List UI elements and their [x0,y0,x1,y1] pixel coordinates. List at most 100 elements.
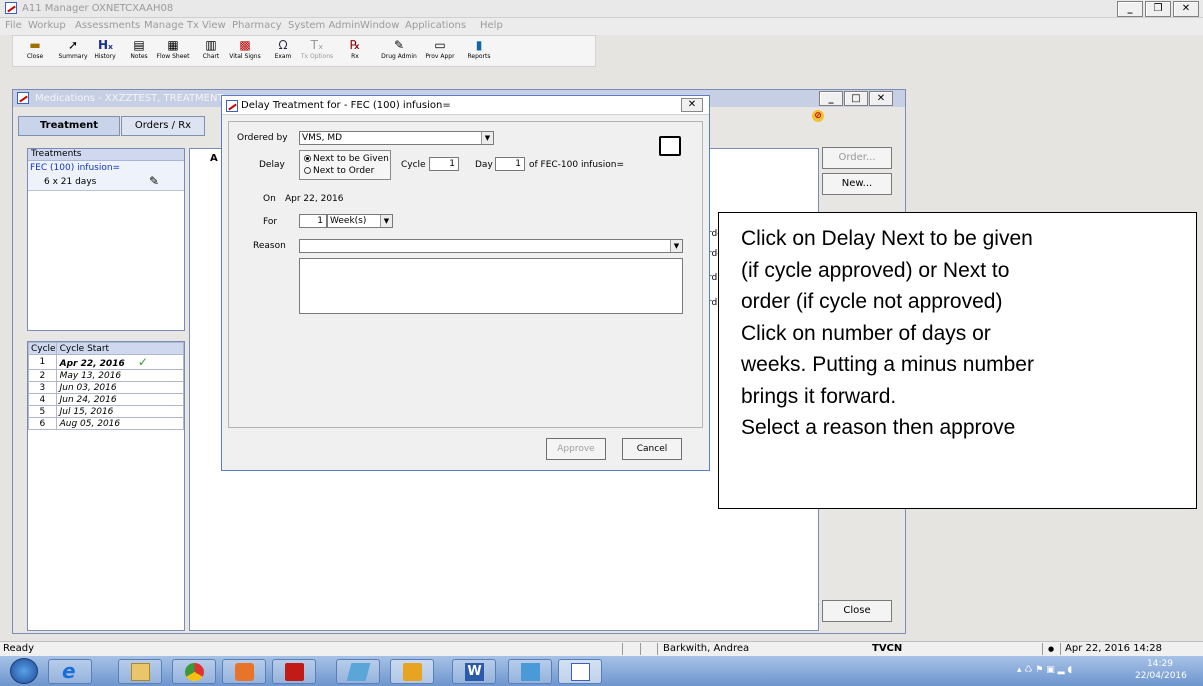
table-row[interactable]: 3 Jun 03, 2016 [28,381,185,394]
toolbar-txoptions-button[interactable]: Tₓ Tx Options [297,38,337,60]
start-button[interactable] [10,658,38,684]
instruction-callout: Click on Delay Next to be given (if cycl… [718,212,1197,509]
menu-pharmacy[interactable]: Pharmacy [232,20,282,31]
cycle-col-header: Cycle [28,342,57,355]
alert-icon[interactable]: ⊘ [812,110,824,122]
taskbar-ie[interactable]: e [48,659,92,684]
taskbar-chrome[interactable] [172,659,216,684]
dialog-title-bar: Delay Treatment for - FEC (100) infusion… [222,96,709,115]
edit-pencil-icon[interactable]: ✎ [149,174,163,188]
order-button[interactable]: Order... [822,147,892,169]
for-amount-field[interactable]: 1 [299,214,327,228]
column-header-fragment: A [210,153,218,164]
table-row[interactable]: 5 Jul 15, 2016 [28,405,185,418]
speech-bubble-icon[interactable] [659,136,681,156]
menu-manage-tx[interactable]: Manage Tx [144,20,199,31]
tray-icons[interactable]: ▴ ♺ ⚑ ▣ ▂ ◖ [1017,665,1072,675]
taskbar-acrobat[interactable] [272,659,316,684]
menu-workup[interactable]: Workup [28,20,66,31]
app-title: A11 Manager OXNETCXAAH08 [22,3,174,14]
close-window-button[interactable]: ✕ [1173,1,1199,17]
approve-button[interactable]: Approve [546,438,606,460]
caduceus-icon [521,663,540,681]
toolbar-reports-button[interactable]: ▮ Reports [459,38,499,60]
minimize-button[interactable]: _ [1117,1,1143,17]
med-restore-button[interactable]: □ [844,91,868,106]
unit-select[interactable]: Week(s) ▼ [327,214,393,228]
new-button[interactable]: New... [822,173,892,195]
delay-label: Delay [259,160,285,170]
menu-applications[interactable]: Applications [405,20,466,31]
app-title-bar: A11 Manager OXNETCXAAH08 _ ❐ ✕ [0,0,1203,18]
cancel-button[interactable]: Cancel [622,438,682,460]
cycle-field[interactable]: 1 [429,157,459,171]
chart-icon: ▥ [205,38,217,52]
ordered-by-label: Ordered by [237,133,288,143]
toolbar-vitals-button[interactable]: ▩ Vital Signs [225,38,265,60]
status-bar: Ready Barkwith, Andrea TVCN ● Apr 22, 20… [0,641,1203,656]
arrow-icon: ➚ [67,38,79,52]
approve-icon: ▭ [434,38,446,52]
restore-button[interactable]: ❐ [1145,1,1171,17]
treatments-panel: Treatments FEC (100) infusion= 6 x 21 da… [27,148,185,331]
media-icon [235,663,254,681]
callout-line: (if cycle approved) or Next to [741,258,1010,282]
dialog-close-button[interactable]: ✕ [681,98,703,112]
check-icon: ✓ [137,355,148,369]
toolbar-close-button[interactable]: ▬ Close [15,38,55,60]
app-icon [5,2,17,14]
tab-treatment[interactable]: Treatment [18,116,120,136]
taskbar-app[interactable] [336,659,380,684]
table-row[interactable]: 1 Apr 22, 2016 ✓ [28,354,185,370]
taskbar-media[interactable] [222,659,266,684]
toolbar-provappr-button[interactable]: ▭ Prov Appr [417,38,463,60]
chevron-down-icon: ▼ [380,215,392,227]
taskbar-a11-manager[interactable] [558,659,602,684]
menu-view[interactable]: View [202,20,226,31]
reason-select[interactable]: ▼ [299,239,683,253]
toolbar-flowsheet-button[interactable]: ▦ Flow Sheet [153,38,193,60]
taskbar-outlook[interactable] [390,659,434,684]
taskbar-word[interactable]: W [452,659,496,684]
pdf-icon [285,663,304,681]
menu-file[interactable]: File [5,20,22,31]
table-row[interactable]: 2 May 13, 2016 [28,369,185,382]
menu-system-admin[interactable]: System Admin [288,20,360,31]
taskbar-medical[interactable] [508,659,552,684]
close-button[interactable]: Close [822,600,892,622]
menu-help[interactable]: Help [480,20,503,31]
day-field[interactable]: 1 [495,157,525,171]
status-datetime: Apr 22, 2016 14:28 [1065,643,1163,654]
on-date-value: Apr 22, 2016 [285,194,344,204]
ordered-by-select[interactable]: VMS, MD ▼ [299,131,494,145]
delay-treatment-dialog: Delay Treatment for - FEC (100) infusion… [221,95,710,471]
vitals-icon: ▩ [239,38,251,52]
menu-window[interactable]: Window [360,20,399,31]
tab-orders-rx[interactable]: Orders / Rx [121,116,205,136]
reason-label: Reason [253,241,286,251]
radio-next-to-be-given[interactable]: Next to be Given [304,154,389,164]
status-user: Barkwith, Andrea [663,643,750,654]
dialog-body: Ordered by VMS, MD ▼ Delay Next to be Giv… [228,121,703,428]
table-row[interactable]: 6 Aug 05, 2016 [28,417,185,430]
medications-title: Medications - XXZZTEST, TREATMENT [35,93,224,104]
callout-line: brings it forward. [741,384,897,408]
a11-icon [571,663,590,681]
cycle-label: Cycle [401,160,426,170]
med-close-button[interactable]: ✕ [869,91,893,106]
callout-line: Click on Delay Next to be given [741,227,1033,250]
cycles-table: Cycle Cycle Start 1 Apr 22, 2016 ✓ 2 May 13… [28,342,185,430]
ie-icon: e [62,659,76,683]
toolbar-rx-button[interactable]: ℞ Rx [335,38,375,60]
hx-icon: Hₓ [98,38,113,52]
radio-next-to-order[interactable]: Next to Order [304,166,374,176]
tray-time: 14:29 [1147,659,1173,669]
chrome-icon [185,663,204,681]
toolbar-drugadmin-button[interactable]: ✎ Drug Admin [375,38,423,60]
treatment-item[interactable]: FEC (100) infusion= 6 x 21 days ✎ [28,161,184,191]
table-row[interactable]: 4 Jun 24, 2016 [28,393,185,406]
taskbar-explorer[interactable] [118,659,162,684]
med-minimize-button[interactable]: _ [819,91,843,106]
menu-assessments[interactable]: Assessments [75,20,140,31]
reason-notes-textarea[interactable] [299,258,683,314]
